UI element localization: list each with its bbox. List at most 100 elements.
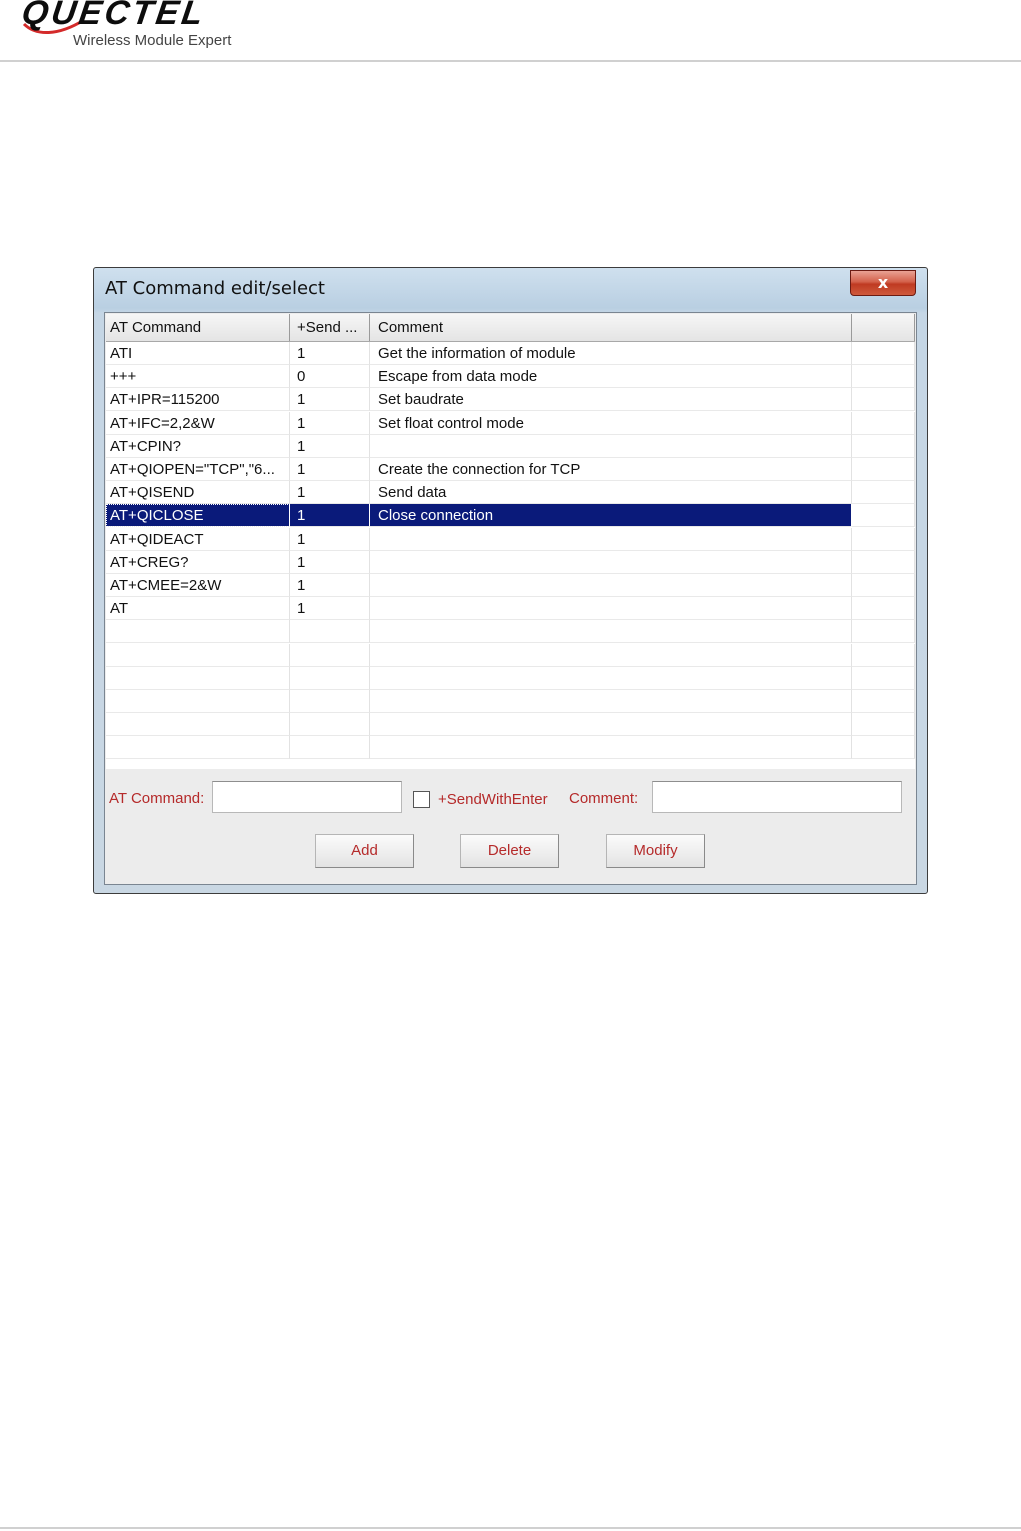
- cell-comment: [370, 434, 852, 458]
- at-command-input[interactable]: [212, 781, 402, 813]
- dialog-client-area: AT Command +Send ... Comment ATI 1 Get the…: [104, 312, 917, 885]
- cell-filler: [852, 690, 915, 713]
- cell-comment: Create the connection for TCP: [370, 458, 852, 481]
- table-row[interactable]: AT+IFC=2,2&W 1 Set float control mode: [106, 411, 915, 435]
- dialog-titlebar[interactable]: AT Command edit/select x: [94, 268, 927, 312]
- cell-filler: [852, 713, 915, 737]
- cell-filler: [852, 458, 915, 481]
- command-grid[interactable]: AT Command +Send ... Comment ATI 1 Get the…: [106, 314, 915, 769]
- table-row[interactable]: AT+CPIN? 1: [106, 434, 915, 458]
- column-header-filler: [852, 314, 915, 341]
- table-row[interactable]: +++ 0 Escape from data mode: [106, 365, 915, 389]
- cell-at-command: [106, 690, 290, 713]
- edit-form: AT Command: +SendWithEnter Comment: Add …: [106, 771, 915, 883]
- logo-wordmark: QUECTEL: [19, 0, 209, 32]
- cell-at-command: AT+IPR=115200: [106, 388, 290, 412]
- cell-at-command: AT: [106, 597, 290, 621]
- cell-filler: [852, 365, 915, 389]
- cell-comment: Set float control mode: [370, 411, 852, 435]
- quectel-logo: QUECTEL Wireless Module Expert: [19, 0, 282, 52]
- table-row[interactable]: [106, 666, 915, 690]
- cell-comment: Set baudrate: [370, 388, 852, 412]
- comment-label: Comment:: [569, 790, 639, 807]
- cell-filler: [852, 342, 915, 365]
- cell-comment: [370, 736, 852, 760]
- table-row[interactable]: AT+IPR=115200 1 Set baudrate: [106, 388, 915, 412]
- table-row[interactable]: AT 1: [106, 597, 915, 621]
- cell-send: 1: [290, 411, 370, 435]
- send-with-enter-checkbox[interactable]: [413, 791, 430, 808]
- table-row[interactable]: AT+QISEND 1 Send data: [106, 481, 915, 505]
- cell-at-command: AT+QIOPEN="TCP","6...: [106, 458, 290, 481]
- cell-comment: [370, 550, 852, 574]
- table-row[interactable]: AT+CMEE=2&W 1: [106, 574, 915, 597]
- comment-input[interactable]: [652, 781, 902, 813]
- at-command-dialog: AT Command edit/select x AT Command +Sen…: [93, 267, 928, 894]
- add-button[interactable]: Add: [315, 834, 414, 868]
- cell-filler: [852, 574, 915, 597]
- cell-comment: [370, 620, 852, 644]
- cell-filler: [852, 411, 915, 435]
- column-header-at-command[interactable]: AT Command: [106, 314, 290, 341]
- cell-send: 1: [290, 574, 370, 597]
- cell-send: [290, 713, 370, 737]
- cell-at-command: AT+CREG?: [106, 550, 290, 574]
- cell-send: 0: [290, 365, 370, 389]
- cell-filler: [852, 388, 915, 412]
- column-header-comment[interactable]: Comment: [370, 314, 852, 341]
- cell-filler: [852, 736, 915, 760]
- cell-send: 1: [290, 550, 370, 574]
- at-command-label: AT Command:: [109, 790, 205, 807]
- table-row[interactable]: AT+QIDEACT 1: [106, 527, 915, 551]
- cell-send: 1: [290, 458, 370, 481]
- cell-comment: [370, 597, 852, 621]
- delete-button[interactable]: Delete: [460, 834, 559, 868]
- cell-comment: [370, 666, 852, 690]
- cell-filler: [852, 481, 915, 505]
- cell-comment: Close connection: [370, 504, 852, 528]
- cell-filler: [852, 527, 915, 551]
- header-divider: [0, 60, 1021, 62]
- cell-filler: [852, 434, 915, 458]
- cell-comment: Send data: [370, 481, 852, 505]
- dialog-title: AT Command edit/select: [105, 278, 325, 299]
- cell-at-command: AT+QISEND: [106, 481, 290, 505]
- cell-filler: [852, 620, 915, 644]
- table-row[interactable]: [106, 713, 915, 737]
- close-icon: x: [877, 273, 889, 292]
- cell-at-command: [106, 666, 290, 690]
- cell-send: [290, 666, 370, 690]
- cell-comment: [370, 713, 852, 737]
- cell-send: [290, 620, 370, 644]
- cell-send: 1: [290, 481, 370, 505]
- cell-send: 1: [290, 597, 370, 621]
- cell-filler: [852, 597, 915, 621]
- table-row[interactable]: [106, 643, 915, 667]
- table-row[interactable]: [106, 620, 915, 644]
- cell-comment: [370, 643, 852, 667]
- cell-at-command: [106, 713, 290, 737]
- cell-send: 1: [290, 434, 370, 458]
- table-row[interactable]: [106, 690, 915, 713]
- cell-at-command: AT+QICLOSE: [106, 504, 290, 528]
- column-header-send[interactable]: +Send ...: [290, 314, 370, 341]
- table-row[interactable]: ATI 1 Get the information of module: [106, 342, 915, 365]
- modify-button[interactable]: Modify: [606, 834, 705, 868]
- table-row[interactable]: AT+CREG? 1: [106, 550, 915, 574]
- cell-at-command: AT+CMEE=2&W: [106, 574, 290, 597]
- table-row[interactable]: AT+QICLOSE 1 Close connection: [106, 504, 915, 528]
- cell-at-command: AT+IFC=2,2&W: [106, 411, 290, 435]
- cell-filler: [852, 643, 915, 667]
- cell-send: [290, 690, 370, 713]
- logo-tagline: Wireless Module Expert: [73, 32, 232, 49]
- cell-at-command: +++: [106, 365, 290, 389]
- cell-filler: [852, 550, 915, 574]
- grid-header: AT Command +Send ... Comment: [106, 314, 915, 342]
- cell-comment: [370, 574, 852, 597]
- table-row[interactable]: [106, 736, 915, 760]
- cell-comment: Escape from data mode: [370, 365, 852, 389]
- cell-at-command: [106, 736, 290, 760]
- table-row[interactable]: AT+QIOPEN="TCP","6... 1 Create the connect…: [106, 458, 915, 481]
- close-button[interactable]: x: [850, 270, 916, 296]
- cell-filler: [852, 666, 915, 690]
